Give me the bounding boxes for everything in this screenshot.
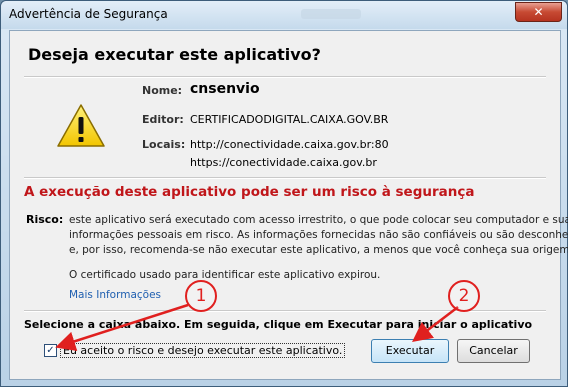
- locais-value-1: http://conectividade.caixa.gov.br:80: [190, 138, 389, 151]
- risk-divider: [24, 177, 546, 179]
- window-title: Advertência de Segurança: [9, 7, 168, 21]
- accept-risk-checkbox[interactable]: ✓: [44, 344, 57, 357]
- risk-title: A execução deste aplicativo pode ser um …: [24, 184, 475, 200]
- cancel-button[interactable]: Cancelar: [457, 339, 530, 363]
- run-button[interactable]: Executar: [371, 339, 449, 363]
- warning-icon: [56, 103, 106, 153]
- dialog-content: Deseja executar este aplicativo? Nome: c…: [9, 30, 568, 380]
- security-warning-window: Advertência de Segurança ✕ Deseja execut…: [0, 0, 568, 387]
- risk-text-line-2: informações pessoais em risco. As inform…: [69, 229, 568, 241]
- header-divider: [24, 76, 546, 78]
- locais-value-2: https://conectividade.caixa.gov.br: [190, 156, 377, 169]
- close-button[interactable]: ✕: [515, 2, 562, 22]
- risk-text-line-1: este aplicativo será executado com acess…: [69, 214, 568, 226]
- more-info-link[interactable]: Mais Informações: [69, 289, 161, 301]
- accept-risk-label[interactable]: Eu aceito o risco e desejo executar este…: [60, 343, 346, 358]
- name-value: cnsenvio: [190, 81, 260, 97]
- title-bar[interactable]: Advertência de Segurança ✕: [1, 1, 567, 29]
- risk-label: Risco:: [26, 213, 64, 226]
- certificate-expired-text: O certificado usado para identificar est…: [69, 269, 381, 281]
- editor-label: Editor:: [142, 113, 184, 126]
- annotation-marker-1: 1: [185, 280, 217, 312]
- title-bar-ghost-text: [301, 9, 361, 19]
- risk-text-line-3: e, por isso, recomenda-se não executar e…: [69, 244, 568, 256]
- editor-value: CERTIFICADODIGITAL.CAIXA.GOV.BR: [190, 113, 389, 126]
- instruction-text: Selecione a caixa abaixo. Em seguida, cl…: [24, 318, 533, 331]
- annotation-marker-2: 2: [448, 280, 480, 312]
- locais-label: Locais:: [142, 138, 186, 151]
- accept-risk-checkbox-row[interactable]: ✓ Eu aceito o risco e desejo executar es…: [44, 343, 346, 358]
- dialog-heading: Deseja executar este aplicativo?: [28, 45, 321, 64]
- name-label: Nome:: [142, 84, 183, 97]
